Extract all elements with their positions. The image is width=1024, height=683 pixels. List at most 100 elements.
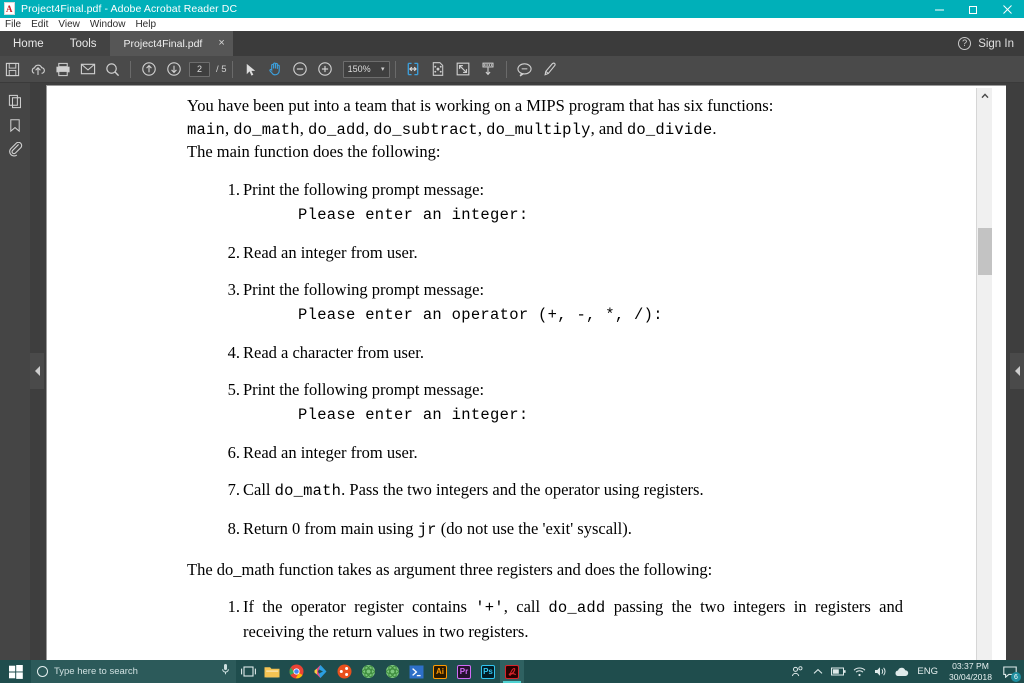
minimize-button[interactable]	[922, 0, 956, 18]
scrollbar-thumb[interactable]	[978, 228, 992, 275]
illustrator-label: Ai	[433, 664, 447, 679]
list-item: 6. Read an integer from user.	[187, 441, 991, 464]
list-item: 1. If the operator register contains '+'…	[187, 595, 991, 643]
bookmarks-icon[interactable]	[0, 113, 30, 137]
menu-item-help[interactable]: Help	[135, 19, 156, 30]
tab-strip-spacer	[232, 31, 959, 56]
language-indicator[interactable]: ENG	[912, 666, 943, 677]
previous-page-icon[interactable]	[136, 56, 161, 83]
fit-width-icon[interactable]	[401, 56, 426, 83]
tab-home[interactable]: Home	[0, 31, 57, 56]
list-item: 8. Return 0 from main using jr (do not u…	[187, 517, 991, 542]
task-view-icon[interactable]	[236, 660, 260, 683]
adobe-acrobat-icon[interactable]	[500, 660, 524, 683]
sep-6: .	[712, 118, 717, 138]
close-button[interactable]	[990, 0, 1024, 18]
highlight-icon[interactable]	[537, 56, 562, 83]
list-item: 3. Print the following prompt message: P…	[187, 278, 991, 327]
list-item-number: 8.	[227, 518, 240, 538]
clock-time: 03:37 PM	[952, 660, 989, 671]
help-icon[interactable]: ?	[958, 37, 972, 50]
collapse-left-panel-handle[interactable]	[30, 353, 44, 389]
scroll-up-arrow[interactable]	[977, 88, 993, 104]
domath1-fn: do_add	[548, 599, 606, 617]
document-tab[interactable]: Project4Final.pdf ×	[109, 31, 233, 56]
list-item: 2. Read an integer from user.	[187, 241, 991, 264]
list-item-number: 5.	[227, 379, 240, 399]
sign-in-button[interactable]: Sign In	[978, 38, 1014, 50]
system-tray: ENG 03:37 PM 30/04/2018 6	[786, 660, 1024, 683]
main-function-steps: 1. Print the following prompt message: P…	[187, 178, 991, 542]
upload-cloud-icon[interactable]	[25, 56, 50, 83]
search-icon[interactable]	[100, 56, 125, 83]
scroll-mode-icon[interactable]	[476, 56, 501, 83]
page-thumbnails-icon[interactable]	[0, 89, 30, 113]
file-explorer-icon[interactable]	[260, 660, 284, 683]
list-item-number: 6.	[227, 442, 240, 462]
microphone-icon[interactable]	[221, 663, 230, 681]
list-item-text: Read an integer from user.	[243, 242, 418, 262]
toolbar-separator-4	[505, 60, 507, 78]
sep-2: ,	[299, 118, 309, 138]
menu-bar: File Edit View Window Help	[0, 18, 1024, 31]
onedrive-icon[interactable]	[891, 660, 912, 683]
close-tab-icon[interactable]: ×	[218, 38, 224, 49]
start-button[interactable]	[0, 660, 31, 683]
list-item-text: Print the following prompt message:	[243, 179, 485, 199]
page-number-input[interactable]: 2	[189, 61, 210, 77]
adobe-premiere-icon[interactable]: Pr	[452, 660, 476, 683]
people-icon[interactable]	[786, 660, 807, 683]
next-page-icon[interactable]	[161, 56, 186, 83]
show-hidden-icons-chevron[interactable]	[807, 660, 828, 683]
main-toolbar: 2 / 5 150% ▾	[0, 56, 1024, 83]
list-item-number: 1.	[227, 597, 240, 616]
volume-icon[interactable]	[870, 660, 891, 683]
windows-taskbar: Type here to search Ai Pr Ps ENG 03:37 P…	[0, 660, 1024, 683]
step8-post: (do not use the 'exit' syscall).	[436, 518, 632, 538]
visual-studio-code-icon[interactable]	[308, 660, 332, 683]
pdf-page-content: You have been put into a team that is wo…	[47, 86, 991, 660]
list-item-text: Print the following prompt message:	[243, 379, 485, 399]
vertical-scrollbar[interactable]	[976, 88, 992, 660]
sep-5: , and	[590, 118, 627, 138]
collapse-right-panel-handle[interactable]	[1010, 353, 1024, 389]
comment-icon[interactable]	[512, 56, 537, 83]
menu-item-view[interactable]: View	[58, 19, 80, 30]
restore-button[interactable]	[956, 0, 990, 18]
menu-item-edit[interactable]: Edit	[31, 19, 48, 30]
zoom-level-select[interactable]: 150% ▾	[342, 60, 390, 78]
list-item-number: 4.	[227, 342, 240, 362]
list-item-code: Please enter an integer:	[298, 205, 529, 224]
select-tool-icon[interactable]	[238, 56, 263, 83]
action-center-icon[interactable]: 6	[998, 660, 1022, 683]
adobe-photoshop-icon[interactable]: Ps	[476, 660, 500, 683]
adobe-illustrator-icon[interactable]: Ai	[428, 660, 452, 683]
page-total-label: / 5	[216, 63, 227, 75]
powershell-icon[interactable]	[404, 660, 428, 683]
mars-mips-icon[interactable]	[356, 660, 380, 683]
step7-mono: do_math	[274, 481, 342, 500]
zoom-out-icon[interactable]	[288, 56, 313, 83]
email-icon[interactable]	[75, 56, 100, 83]
acrobat-reader-window: A Project4Final.pdf - Adobe Acrobat Read…	[0, 0, 1024, 683]
print-icon[interactable]	[50, 56, 75, 83]
menu-item-window[interactable]: Window	[90, 19, 126, 30]
ubuntu-icon[interactable]	[332, 660, 356, 683]
pdf-page: You have been put into a team that is wo…	[46, 85, 1006, 660]
fit-page-icon[interactable]	[451, 56, 476, 83]
save-icon[interactable]	[0, 56, 25, 83]
battery-icon[interactable]	[828, 660, 849, 683]
attachments-icon[interactable]	[0, 137, 30, 161]
tab-tools[interactable]: Tools	[56, 31, 110, 56]
zoom-in-icon[interactable]	[313, 56, 338, 83]
mars-mips-icon-2[interactable]	[380, 660, 404, 683]
search-input[interactable]: Type here to search	[31, 660, 236, 683]
wifi-icon[interactable]	[849, 660, 870, 683]
menu-item-file[interactable]: File	[5, 19, 21, 30]
page-rotate-icon[interactable]	[426, 56, 451, 83]
clock[interactable]: 03:37 PM 30/04/2018	[943, 661, 998, 683]
google-chrome-icon[interactable]	[284, 660, 308, 683]
list-item-code: Please enter an operator (+, -, *, /):	[298, 305, 663, 324]
hand-tool-icon[interactable]	[263, 56, 288, 83]
domath1-mid: , call	[503, 597, 549, 616]
